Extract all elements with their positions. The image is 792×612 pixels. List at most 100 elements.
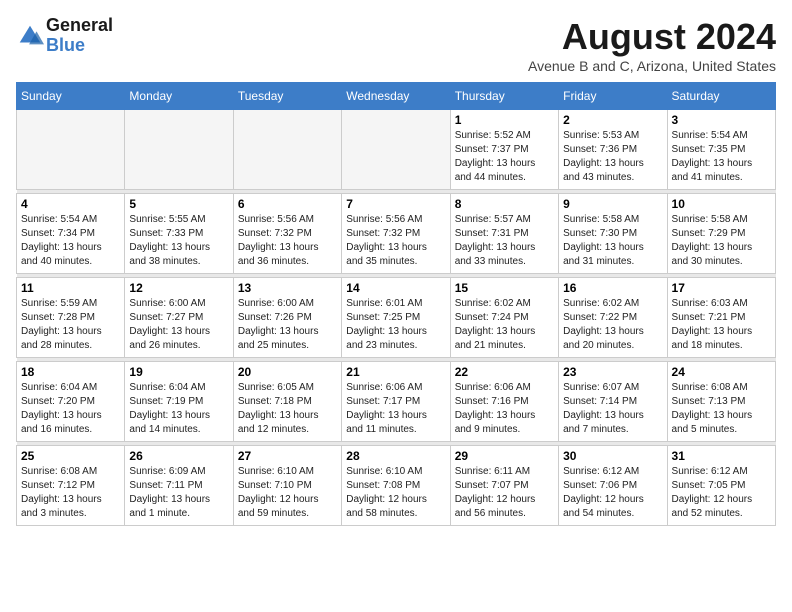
calendar-cell: 5 Sunrise: 5:55 AMSunset: 7:33 PMDaylight… xyxy=(125,194,233,274)
day-info: Sunrise: 5:57 AMSunset: 7:31 PMDaylight:… xyxy=(455,213,554,269)
day-info: Sunrise: 5:52 AMSunset: 7:37 PMDaylight:… xyxy=(455,129,554,185)
day-info: Sunrise: 6:06 AMSunset: 7:17 PMDaylight:… xyxy=(346,381,445,437)
calendar: SundayMondayTuesdayWednesdayThursdayFrid… xyxy=(16,82,776,526)
day-info: Sunrise: 6:08 AMSunset: 7:12 PMDaylight:… xyxy=(21,465,120,521)
day-info: Sunrise: 6:02 AMSunset: 7:24 PMDaylight:… xyxy=(455,297,554,353)
day-info: Sunrise: 6:10 AMSunset: 7:10 PMDaylight:… xyxy=(238,465,337,521)
day-info: Sunrise: 6:10 AMSunset: 7:08 PMDaylight:… xyxy=(346,465,445,521)
day-number: 22 xyxy=(455,365,554,379)
day-info: Sunrise: 6:09 AMSunset: 7:11 PMDaylight:… xyxy=(129,465,228,521)
calendar-cell: 6 Sunrise: 5:56 AMSunset: 7:32 PMDaylight… xyxy=(233,194,341,274)
day-number: 13 xyxy=(238,281,337,295)
calendar-cell: 8 Sunrise: 5:57 AMSunset: 7:31 PMDaylight… xyxy=(450,194,558,274)
weekday-header: Tuesday xyxy=(233,83,341,110)
calendar-cell: 15 Sunrise: 6:02 AMSunset: 7:24 PMDayligh… xyxy=(450,278,558,358)
day-info: Sunrise: 6:11 AMSunset: 7:07 PMDaylight:… xyxy=(455,465,554,521)
calendar-cell: 18 Sunrise: 6:04 AMSunset: 7:20 PMDayligh… xyxy=(17,362,125,442)
day-number: 17 xyxy=(672,281,771,295)
day-number: 11 xyxy=(21,281,120,295)
day-number: 27 xyxy=(238,449,337,463)
day-number: 20 xyxy=(238,365,337,379)
day-number: 9 xyxy=(563,197,662,211)
day-info: Sunrise: 5:54 AMSunset: 7:35 PMDaylight:… xyxy=(672,129,771,185)
day-number: 2 xyxy=(563,113,662,127)
day-info: Sunrise: 6:00 AMSunset: 7:26 PMDaylight:… xyxy=(238,297,337,353)
calendar-cell: 28Sunrise: 6:10 AMSunset: 7:08 PMDayligh… xyxy=(342,446,450,526)
calendar-cell: 14Sunrise: 6:01 AMSunset: 7:25 PMDayligh… xyxy=(342,278,450,358)
page-header: General Blue August 2024 Avenue B and C,… xyxy=(16,16,776,74)
calendar-cell: 17 Sunrise: 6:03 AMSunset: 7:21 PMDayligh… xyxy=(667,278,775,358)
day-info: Sunrise: 6:08 AMSunset: 7:13 PMDaylight:… xyxy=(672,381,771,437)
day-info: Sunrise: 6:04 AMSunset: 7:20 PMDaylight:… xyxy=(21,381,120,437)
calendar-cell: 30Sunrise: 6:12 AMSunset: 7:06 PMDayligh… xyxy=(559,446,667,526)
day-info: Sunrise: 5:55 AMSunset: 7:33 PMDaylight:… xyxy=(129,213,228,269)
calendar-cell xyxy=(17,110,125,190)
day-number: 26 xyxy=(129,449,228,463)
calendar-cell: 20 Sunrise: 6:05 AMSunset: 7:18 PMDayligh… xyxy=(233,362,341,442)
day-info: Sunrise: 6:01 AMSunset: 7:25 PMDaylight:… xyxy=(346,297,445,353)
calendar-cell: 10 Sunrise: 5:58 AMSunset: 7:29 PMDayligh… xyxy=(667,194,775,274)
calendar-cell: 11 Sunrise: 5:59 AMSunset: 7:28 PMDayligh… xyxy=(17,278,125,358)
day-number: 16 xyxy=(563,281,662,295)
month-year: August 2024 xyxy=(528,16,776,58)
day-number: 15 xyxy=(455,281,554,295)
day-info: Sunrise: 6:00 AMSunset: 7:27 PMDaylight:… xyxy=(129,297,228,353)
calendar-cell xyxy=(125,110,233,190)
calendar-cell: 4 Sunrise: 5:54 AMSunset: 7:34 PMDaylight… xyxy=(17,194,125,274)
calendar-cell: 29 Sunrise: 6:11 AMSunset: 7:07 PMDayligh… xyxy=(450,446,558,526)
day-info: Sunrise: 5:56 AMSunset: 7:32 PMDaylight:… xyxy=(238,213,337,269)
logo: General Blue xyxy=(16,16,113,56)
calendar-cell: 25 Sunrise: 6:08 AMSunset: 7:12 PMDayligh… xyxy=(17,446,125,526)
calendar-header: SundayMondayTuesdayWednesdayThursdayFrid… xyxy=(17,83,776,110)
day-info: Sunrise: 6:04 AMSunset: 7:19 PMDaylight:… xyxy=(129,381,228,437)
calendar-cell: 31 Sunrise: 6:12 AMSunset: 7:05 PMDayligh… xyxy=(667,446,775,526)
weekday-header: Monday xyxy=(125,83,233,110)
day-number: 23 xyxy=(563,365,662,379)
day-info: Sunrise: 6:06 AMSunset: 7:16 PMDaylight:… xyxy=(455,381,554,437)
day-number: 10 xyxy=(672,197,771,211)
day-info: Sunrise: 5:59 AMSunset: 7:28 PMDaylight:… xyxy=(21,297,120,353)
day-number: 5 xyxy=(129,197,228,211)
day-info: Sunrise: 5:56 AMSunset: 7:32 PMDaylight:… xyxy=(346,213,445,269)
week-row: 25 Sunrise: 6:08 AMSunset: 7:12 PMDayligh… xyxy=(17,446,776,526)
day-number: 18 xyxy=(21,365,120,379)
day-info: Sunrise: 5:54 AMSunset: 7:34 PMDaylight:… xyxy=(21,213,120,269)
day-number: 29 xyxy=(455,449,554,463)
day-number: 1 xyxy=(455,113,554,127)
week-row: 11 Sunrise: 5:59 AMSunset: 7:28 PMDayligh… xyxy=(17,278,776,358)
calendar-cell: 26 Sunrise: 6:09 AMSunset: 7:11 PMDayligh… xyxy=(125,446,233,526)
calendar-cell: 16 Sunrise: 6:02 AMSunset: 7:22 PMDayligh… xyxy=(559,278,667,358)
week-row: 4 Sunrise: 5:54 AMSunset: 7:34 PMDaylight… xyxy=(17,194,776,274)
calendar-cell: 12 Sunrise: 6:00 AMSunset: 7:27 PMDayligh… xyxy=(125,278,233,358)
day-info: Sunrise: 6:03 AMSunset: 7:21 PMDaylight:… xyxy=(672,297,771,353)
calendar-cell: 21 Sunrise: 6:06 AMSunset: 7:17 PMDayligh… xyxy=(342,362,450,442)
day-info: Sunrise: 5:53 AMSunset: 7:36 PMDaylight:… xyxy=(563,129,662,185)
day-number: 12 xyxy=(129,281,228,295)
day-number: 3 xyxy=(672,113,771,127)
calendar-cell xyxy=(342,110,450,190)
weekday-header: Wednesday xyxy=(342,83,450,110)
day-number: 30 xyxy=(563,449,662,463)
calendar-cell: 1 Sunrise: 5:52 AMSunset: 7:37 PMDaylight… xyxy=(450,110,558,190)
day-info: Sunrise: 6:05 AMSunset: 7:18 PMDaylight:… xyxy=(238,381,337,437)
day-number: 21 xyxy=(346,365,445,379)
day-number: 19 xyxy=(129,365,228,379)
calendar-cell: 23Sunrise: 6:07 AMSunset: 7:14 PMDayligh… xyxy=(559,362,667,442)
week-row: 1 Sunrise: 5:52 AMSunset: 7:37 PMDaylight… xyxy=(17,110,776,190)
day-number: 4 xyxy=(21,197,120,211)
calendar-cell: 27 Sunrise: 6:10 AMSunset: 7:10 PMDayligh… xyxy=(233,446,341,526)
weekday-header: Saturday xyxy=(667,83,775,110)
logo-line2: Blue xyxy=(46,36,113,56)
day-info: Sunrise: 5:58 AMSunset: 7:29 PMDaylight:… xyxy=(672,213,771,269)
day-number: 8 xyxy=(455,197,554,211)
calendar-cell xyxy=(233,110,341,190)
day-info: Sunrise: 6:02 AMSunset: 7:22 PMDaylight:… xyxy=(563,297,662,353)
calendar-cell: 7Sunrise: 5:56 AMSunset: 7:32 PMDaylight… xyxy=(342,194,450,274)
calendar-cell: 9Sunrise: 5:58 AMSunset: 7:30 PMDaylight… xyxy=(559,194,667,274)
day-number: 25 xyxy=(21,449,120,463)
day-number: 24 xyxy=(672,365,771,379)
day-number: 6 xyxy=(238,197,337,211)
day-info: Sunrise: 6:12 AMSunset: 7:05 PMDaylight:… xyxy=(672,465,771,521)
logo-icon xyxy=(16,22,44,50)
day-number: 31 xyxy=(672,449,771,463)
